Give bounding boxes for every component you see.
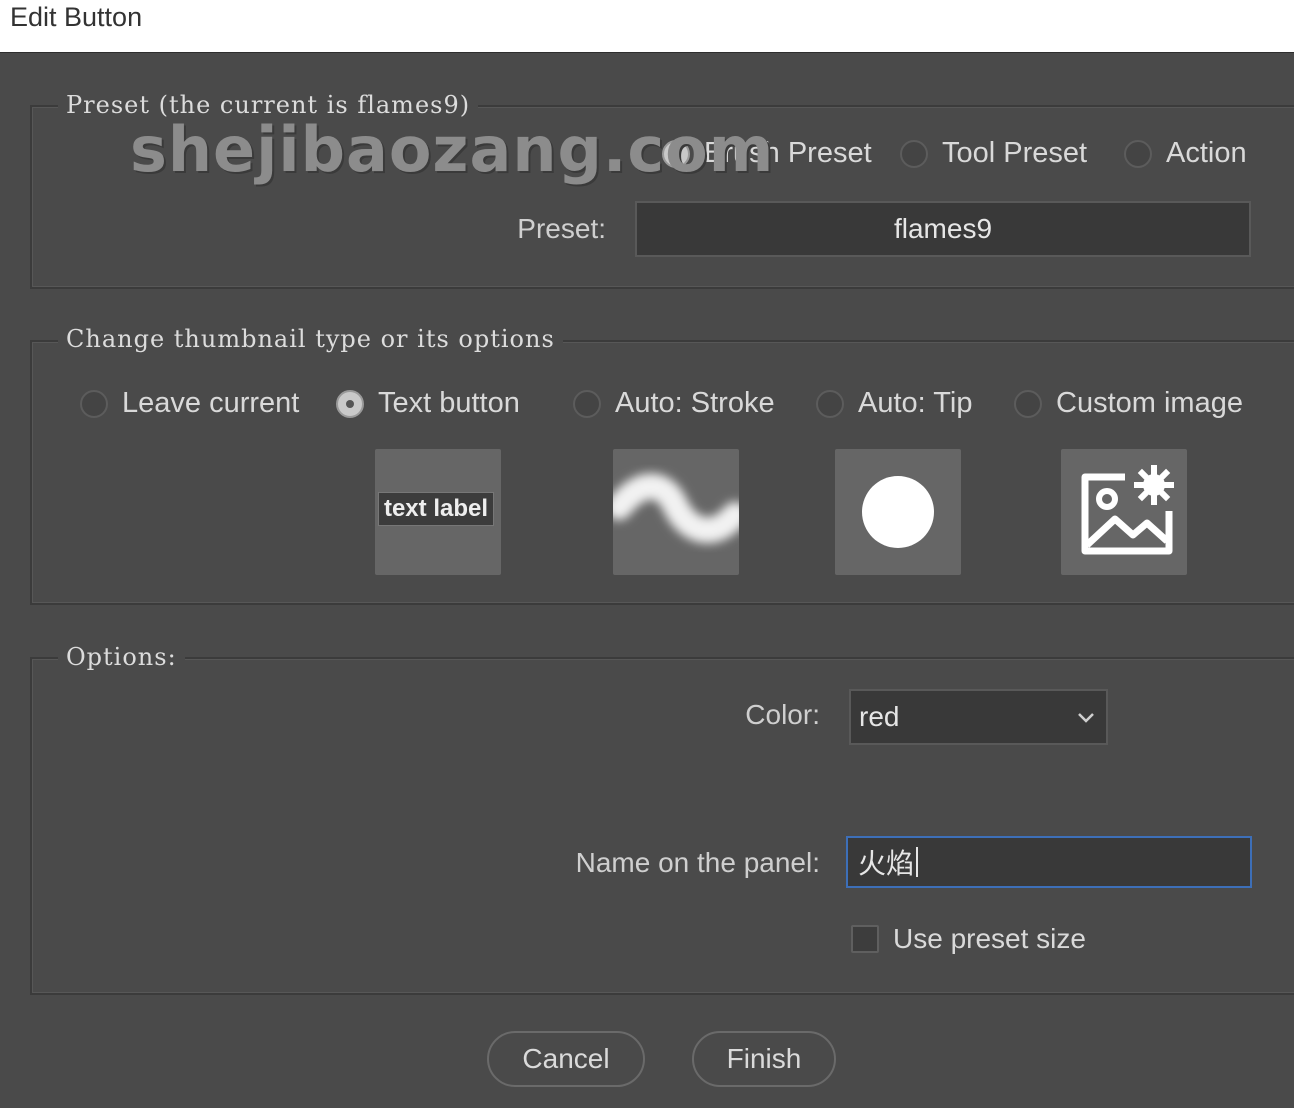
- radio-dot-checked: [336, 389, 364, 418]
- radio-label: Text button: [378, 387, 520, 419]
- radio-dot: [80, 389, 108, 418]
- radio-action[interactable]: Action: [1124, 137, 1247, 170]
- circle-icon: [862, 476, 934, 548]
- title-bar: Edit Button: [0, 0, 1294, 53]
- preset-field[interactable]: flames9: [635, 201, 1251, 257]
- radio-text-button[interactable]: Text button: [336, 387, 520, 420]
- image-icon: [1081, 465, 1174, 555]
- color-select[interactable]: red: [849, 689, 1108, 745]
- radio-label: Action: [1166, 137, 1247, 169]
- cancel-button[interactable]: Cancel: [487, 1031, 645, 1087]
- options-group-legend: Options:: [58, 643, 185, 671]
- name-input[interactable]: 火焰: [846, 836, 1252, 888]
- radio-auto-stroke[interactable]: Auto: Stroke: [573, 387, 775, 420]
- text-cursor: [916, 847, 919, 877]
- checkbox-box: [851, 925, 879, 953]
- text-label-thumb[interactable]: text label: [375, 449, 501, 575]
- tip-circle-thumb[interactable]: [835, 449, 961, 575]
- use-preset-size-checkbox[interactable]: Use preset size: [851, 923, 1086, 955]
- name-label: Name on the panel:: [575, 847, 820, 878]
- color-value: red: [859, 701, 900, 732]
- stroke-thumb[interactable]: [606, 449, 748, 575]
- radio-dot: [573, 389, 601, 418]
- thumbnail-group-legend: Change thumbnail type or its options: [58, 325, 563, 353]
- radio-auto-tip[interactable]: Auto: Tip: [816, 387, 972, 420]
- radio-dot: [816, 389, 844, 418]
- chevron-down-icon: [1078, 713, 1094, 723]
- edit-button-dialog: Preset (the current is flames9) Brush Pr…: [0, 53, 1294, 1108]
- color-label: Color:: [745, 699, 820, 730]
- radio-dot: [900, 139, 928, 168]
- stroke-icon: [606, 473, 748, 544]
- radio-tool-preset[interactable]: Tool Preset: [900, 137, 1087, 170]
- cancel-button-label: Cancel: [522, 1043, 610, 1074]
- radio-label: Tool Preset: [942, 137, 1088, 169]
- radio-dot: [1124, 139, 1152, 168]
- finish-button-label: Finish: [726, 1043, 802, 1074]
- radio-label: Auto: Tip: [858, 387, 973, 419]
- radio-label: Leave current: [122, 387, 300, 419]
- radio-dot: [1014, 389, 1042, 418]
- name-value: 火焰: [858, 848, 915, 879]
- preset-value: flames9: [893, 213, 993, 244]
- window-title: Edit Button: [10, 2, 143, 32]
- watermark: shejibaozang.com: [130, 113, 775, 186]
- radio-custom-image[interactable]: Custom image: [1014, 387, 1243, 420]
- preset-label: Preset:: [517, 213, 606, 244]
- radio-label: Custom image: [1056, 387, 1243, 419]
- radio-leave-current[interactable]: Leave current: [80, 387, 299, 420]
- custom-image-thumb[interactable]: [1061, 449, 1187, 575]
- finish-button[interactable]: Finish: [692, 1031, 836, 1087]
- checkbox-label: Use preset size: [893, 923, 1086, 954]
- text-label-chip: text label: [378, 492, 494, 526]
- radio-label: Auto: Stroke: [615, 387, 775, 419]
